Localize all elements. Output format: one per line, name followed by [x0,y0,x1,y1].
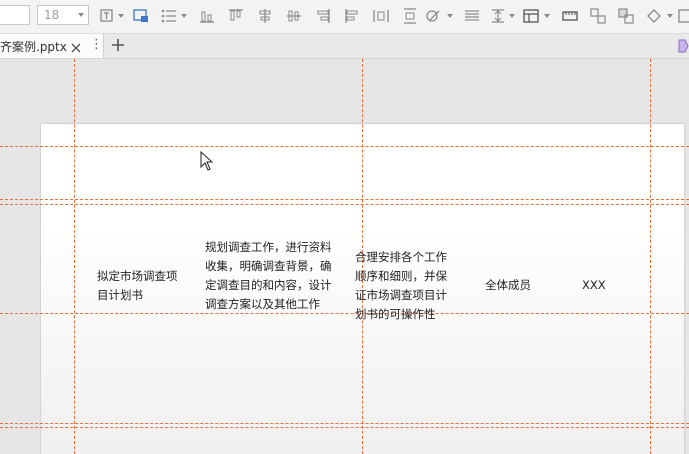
guide-line-horizontal [0,313,689,314]
guide-line-horizontal [0,427,689,428]
shape-icon[interactable] [425,7,443,25]
distribute-vertical-icon[interactable] [401,7,419,25]
group-icon[interactable] [589,7,607,25]
chevron-down-icon[interactable] [447,14,453,18]
guide-line-horizontal [0,199,689,200]
fill-icon[interactable] [645,7,663,25]
document-tab-bar: 齐案例.pptx ⋮ [0,34,689,59]
mouse-cursor-icon [200,150,214,171]
slide-canvas[interactable]: 拟定市场调查项目计划书 规划调查工作，进行资料收集，明确调查背景，确定调查目的和… [0,59,689,454]
guide-line-vertical [650,59,651,454]
line-spacing-icon[interactable] [463,7,481,25]
more-tools-icon[interactable] [677,7,689,25]
tab-more-menu[interactable]: ⋮ [90,37,103,52]
font-size-select[interactable]: 18 [37,5,89,25]
distribute-horizontal-icon[interactable] [372,7,390,25]
close-icon[interactable] [70,39,82,53]
document-tab[interactable]: 齐案例.pptx ⋮ [0,34,104,58]
app-icon[interactable] [675,38,689,54]
cell-owner[interactable]: 全体成员 [485,276,545,295]
guide-line-vertical [74,59,75,454]
chevron-down-icon[interactable] [509,14,515,18]
tab-title: 齐案例.pptx [0,40,67,54]
cell-note[interactable]: XXX [582,276,622,295]
align-center-icon[interactable] [285,7,303,25]
align-right-icon[interactable] [314,7,332,25]
chevron-down-icon[interactable] [181,14,187,18]
chevron-down-icon[interactable] [544,14,550,18]
align-left-icon[interactable] [343,7,361,25]
add-tab-icon[interactable] [109,36,127,54]
cell-content[interactable]: 规划调查工作，进行资料收集，明确调查背景，确定调查目的和内容，设计调查方案以及其… [205,238,333,314]
guide-line-horizontal [0,146,689,147]
guide-line-horizontal [0,204,689,205]
cell-requirement[interactable]: 合理安排各个工作顺序和细则，并保证市场调查项目计划书的可操作性 [355,248,455,324]
formatting-toolbar: 18 [0,0,689,34]
chevron-down-icon[interactable] [667,14,673,18]
align-top-icon[interactable] [227,7,245,25]
chevron-down-icon[interactable] [118,14,124,18]
ruler-icon[interactable] [561,7,579,25]
align-middle-icon[interactable] [256,7,274,25]
column-spacing-icon[interactable] [489,7,507,25]
cell-task[interactable]: 拟定市场调查项目计划书 [97,267,187,305]
font-size-value: 18 [44,8,60,22]
ungroup-icon[interactable] [617,7,635,25]
layout-icon[interactable] [522,7,540,25]
text-color-icon[interactable] [98,7,116,25]
chevron-down-icon [78,13,84,17]
font-name-box[interactable] [0,5,30,25]
guide-line-horizontal [0,423,689,424]
text-box-icon[interactable] [132,7,150,25]
align-bottom-icon[interactable] [198,7,216,25]
bullet-list-icon[interactable] [160,7,178,25]
